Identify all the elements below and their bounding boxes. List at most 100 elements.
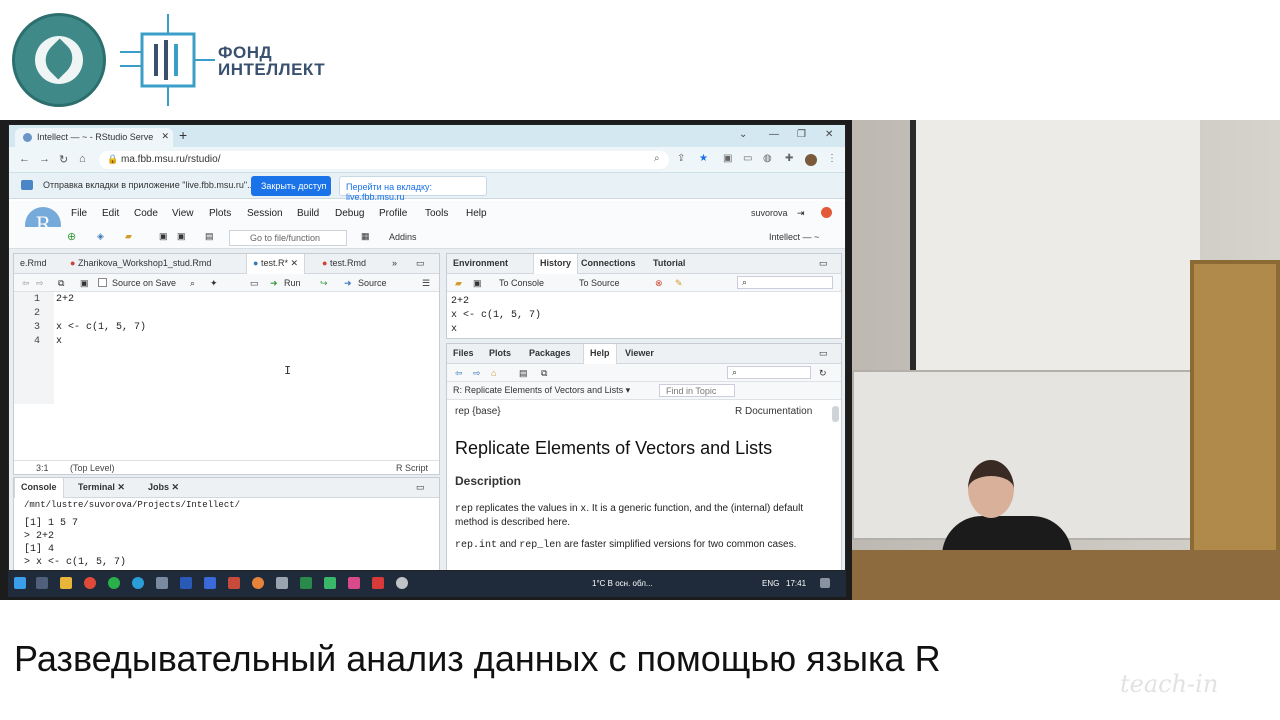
share-icon[interactable]: ⇪ [677, 153, 685, 164]
tab-zharikova-rmd[interactable]: ● Zharikova_Workshop1_stud.Rmd [64, 254, 217, 274]
extension-icon[interactable]: ▣ [723, 153, 732, 164]
app-icon[interactable] [276, 577, 288, 589]
tab-test-rmd[interactable]: ● test.Rmd [316, 254, 372, 274]
history-line[interactable]: 2+2 [451, 296, 469, 307]
history-line[interactable]: x [451, 324, 457, 335]
back-icon[interactable]: ⇦ [22, 278, 30, 289]
back-icon[interactable]: ⇦ [455, 368, 463, 379]
minimize-pane-icon[interactable]: ▭ [813, 344, 834, 364]
tab-environment[interactable]: Environment [447, 254, 514, 274]
forward-icon[interactable]: → [39, 153, 50, 165]
minimize-button[interactable]: — [769, 129, 779, 140]
tab-packages[interactable]: Packages [523, 344, 577, 364]
tab-plots[interactable]: Plots [483, 344, 517, 364]
print-icon[interactable]: ▤ [205, 231, 214, 242]
help-search-input[interactable]: ⌕ [727, 366, 811, 379]
history-search-input[interactable]: ⌕ [737, 276, 833, 289]
code-line[interactable]: 2+2 [56, 294, 74, 305]
rerun-icon[interactable]: ↪ [320, 278, 328, 289]
notification-icon[interactable] [820, 578, 830, 588]
chrome-icon[interactable] [84, 577, 96, 589]
to-console-button[interactable]: To Console [499, 278, 544, 288]
word-icon[interactable] [180, 577, 192, 589]
forward-icon[interactable]: ⇨ [473, 368, 481, 379]
puzzle-icon[interactable]: ✚ [785, 153, 793, 164]
code-line[interactable]: x <- c(1, 5, 7) [56, 322, 146, 333]
search-icon[interactable] [36, 577, 48, 589]
menu-debug[interactable]: Debug [335, 208, 364, 219]
power-icon[interactable] [821, 207, 832, 218]
help-scrollbar[interactable] [832, 406, 839, 422]
profile-avatar[interactable] [805, 154, 817, 166]
compile-report-icon[interactable]: ▭ [250, 278, 259, 289]
new-file-icon[interactable]: ⊕ [67, 230, 76, 243]
save-history-icon[interactable]: ▣ [473, 278, 482, 289]
close-tab-icon[interactable]: ✕ [161, 131, 169, 142]
go-to-tab-button[interactable]: Перейти на вкладку: live.fbb.msu.ru [339, 176, 487, 202]
project-menu[interactable]: Intellect — ~ [769, 232, 819, 242]
scope-indicator[interactable]: (Top Level) [70, 463, 115, 473]
source-button[interactable]: Source [358, 278, 387, 288]
save-all-icon[interactable]: ▣ [177, 231, 186, 242]
new-tab-button[interactable]: + [179, 127, 187, 143]
excel-icon[interactable] [300, 577, 312, 589]
settings-icon[interactable] [396, 577, 408, 589]
extension-icon[interactable]: ▭ [743, 153, 752, 164]
menu-build[interactable]: Build [297, 208, 319, 219]
source-on-save-checkbox[interactable] [98, 278, 107, 287]
minimize-pane-icon[interactable]: ▭ [813, 254, 834, 274]
browser-tab[interactable]: Intellect — ~ - RStudio Serve ✕ [15, 128, 173, 147]
app-icon[interactable] [348, 577, 360, 589]
chevron-down-icon[interactable]: ⌄ [739, 129, 747, 140]
run-button[interactable]: Run [284, 278, 301, 288]
minimize-pane-icon[interactable]: ▭ [410, 478, 431, 498]
app-icon[interactable] [324, 577, 336, 589]
menu-code[interactable]: Code [134, 208, 158, 219]
file-type[interactable]: R Script [396, 463, 428, 473]
close-window-button[interactable]: ✕ [825, 129, 833, 140]
menu-kebab-icon[interactable]: ⋮ [827, 153, 837, 164]
language-indicator[interactable]: ENG [762, 579, 779, 588]
start-icon[interactable] [14, 577, 26, 589]
weather-widget[interactable]: 1°C В осн. обл... [592, 579, 653, 588]
firefox-icon[interactable] [252, 577, 264, 589]
tab-help[interactable]: Help [583, 344, 617, 364]
zoom-icon[interactable]: ⌕ [654, 153, 660, 164]
history-line[interactable]: x <- c(1, 5, 7) [451, 310, 541, 321]
app-icon[interactable] [204, 577, 216, 589]
menu-help[interactable]: Help [466, 208, 487, 219]
save-icon[interactable]: ▣ [80, 278, 89, 289]
grid-layout-icon[interactable]: ▦ [361, 231, 370, 242]
back-icon[interactable]: ← [19, 153, 30, 165]
working-dir[interactable]: /mnt/lustre/suvorova/Projects/Intellect/ [24, 500, 240, 510]
run-icon[interactable]: ➜ [270, 278, 278, 289]
app-icon[interactable] [156, 577, 168, 589]
menu-session[interactable]: Session [247, 208, 283, 219]
broom-icon[interactable]: ✎ [675, 278, 683, 289]
load-history-icon[interactable]: ▰ [455, 278, 462, 289]
tab-files[interactable]: Files [447, 344, 480, 364]
menu-profile[interactable]: Profile [379, 208, 407, 219]
stop-sharing-button[interactable]: Закрыть доступ [251, 176, 331, 196]
home-icon[interactable]: ⌂ [79, 153, 86, 165]
new-project-icon[interactable]: ◈ [97, 231, 104, 242]
save-icon[interactable]: ▣ [159, 231, 168, 242]
outline-icon[interactable]: ☰ [422, 278, 430, 289]
find-in-topic-input[interactable]: Find in Topic [659, 384, 735, 397]
app-icon[interactable] [372, 577, 384, 589]
magic-wand-icon[interactable]: ✦ [210, 278, 218, 289]
whatsapp-icon[interactable] [108, 577, 120, 589]
bookmark-star-icon[interactable]: ★ [699, 153, 708, 164]
print-icon[interactable]: ▤ [519, 368, 528, 379]
tab-tutorial[interactable]: Tutorial [647, 254, 691, 274]
tab-history[interactable]: History [533, 254, 579, 274]
tab-connections[interactable]: Connections [575, 254, 642, 274]
show-in-window-icon[interactable]: ⧉ [58, 278, 64, 289]
menu-tools[interactable]: Tools [425, 208, 448, 219]
remove-entry-icon[interactable]: ⊗ [655, 278, 663, 289]
show-in-window-icon[interactable]: ⧉ [541, 368, 547, 379]
explorer-icon[interactable] [60, 577, 72, 589]
menu-file[interactable]: File [71, 208, 87, 219]
home-icon[interactable]: ⌂ [491, 368, 496, 378]
forward-icon[interactable]: ⇨ [36, 278, 44, 289]
